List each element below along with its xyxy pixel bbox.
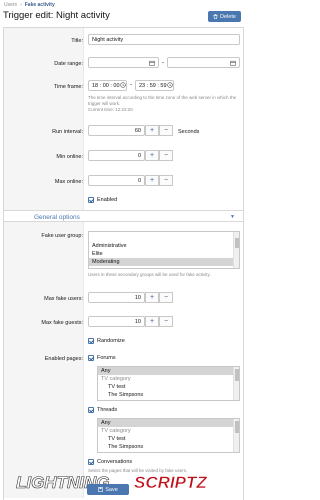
run-interval-increment[interactable]: + [145,125,159,136]
delete-label: Delete [220,13,236,20]
time-range-sep: - [130,82,132,88]
max-users-decrement[interactable]: − [159,292,173,303]
calendar-icon[interactable] [149,60,155,66]
enabled-pages-label: Enabled pages: [44,356,83,362]
page-title: Trigger edit: Night activity [3,10,110,21]
max-users-input[interactable]: 10 [88,292,145,303]
min-online-input[interactable]: 0 [88,150,145,161]
checkbox-box[interactable] [88,197,94,203]
group-option-selected[interactable]: Moderating [89,258,239,266]
title-label: Title: [71,38,83,44]
max-guests-increment[interactable]: + [145,316,159,327]
general-options-header[interactable]: General options ▼ [4,210,243,222]
title-input[interactable]: Night activity [88,34,240,45]
thread-option-selected[interactable]: Any [98,419,239,427]
time-frame-label: Time frame: [53,84,83,90]
forums-select[interactable]: Any TV category TV test The Simpsons [97,366,240,401]
forum-option-selected[interactable]: Any [98,367,239,375]
max-online-increment[interactable]: + [145,175,159,186]
fake-group-label: Fake user group: [41,233,83,239]
threads-select[interactable]: Any TV category TV test The Simpsons [97,418,240,453]
threads-checkbox[interactable]: Threads [88,407,117,413]
max-users-label: Max fake users: [44,296,83,302]
scrollbar[interactable] [233,419,239,452]
fake-group-hint: Users in these secondary groups will be … [88,272,211,277]
date-to-input[interactable] [167,57,240,68]
pages-hint: Select the pages that will be visited by… [88,468,188,473]
breadcrumb: Users › Fake activity [4,2,55,8]
thread-option[interactable]: TV category [98,427,239,435]
current-time: Current time: 12:23:20 [88,107,133,112]
checkbox-box[interactable] [88,407,94,413]
randomize-checkbox[interactable]: Randomize [88,338,125,344]
randomize-label: Randomize [97,338,125,344]
breadcrumb-fake-activity[interactable]: Fake activity [25,2,55,8]
trash-icon [213,14,218,19]
conversations-checkbox[interactable]: Conversations [88,459,132,465]
breadcrumb-users[interactable]: Users [4,2,17,8]
run-interval-unit: Seconds [178,129,200,135]
forum-option[interactable]: The Simpsons [98,391,239,399]
group-option[interactable]: Administrative [89,242,239,250]
checkbox-box[interactable] [88,355,94,361]
calendar-icon[interactable] [230,60,236,66]
forum-option[interactable]: TV category [98,375,239,383]
fake-group-select[interactable]: Administrative Elite Moderating [88,231,240,269]
date-from-input[interactable] [88,57,159,68]
run-interval-decrement[interactable]: − [159,125,173,136]
min-online-label: Min online: [56,154,83,160]
save-button[interactable]: Save [87,484,129,495]
run-interval-input[interactable]: 60 [88,125,145,136]
checkbox-box[interactable] [88,459,94,465]
forums-label: Forums [97,355,116,361]
max-online-label: Max online: [54,179,83,185]
date-range-label: Date range: [54,61,83,67]
conversations-label: Conversations [97,459,133,465]
general-options-title: General options [34,214,80,221]
max-guests-input[interactable]: 10 [88,316,145,327]
label-column [4,28,84,498]
enabled-label: Enabled [97,197,118,203]
run-interval-label: Run interval: [52,129,83,135]
clock-icon [120,82,126,88]
date-range-sep: - [162,60,164,66]
save-icon [98,487,104,492]
group-option[interactable]: Elite [89,250,239,258]
max-guests-label: Max fake guests: [41,320,83,326]
thread-option[interactable]: TV test [98,435,239,443]
min-online-increment[interactable]: + [145,150,159,161]
enabled-checkbox[interactable]: Enabled [88,197,117,203]
thread-option[interactable]: The Simpsons [98,443,239,451]
max-online-decrement[interactable]: − [159,175,173,186]
threads-label: Threads [97,407,118,413]
delete-button[interactable]: Delete [208,11,241,22]
clock-icon [167,82,173,88]
min-online-decrement[interactable]: − [159,150,173,161]
save-label: Save [105,486,118,493]
scrollbar[interactable] [233,232,239,268]
forum-option[interactable]: TV test [98,383,239,391]
time-frame-hint: The time interval according to the time … [88,95,237,106]
checkbox-box[interactable] [88,338,94,344]
max-users-increment[interactable]: + [145,292,159,303]
max-online-input[interactable]: 0 [88,175,145,186]
chevron-down-icon: ▼ [230,214,235,220]
scrollbar[interactable] [233,367,239,400]
max-guests-decrement[interactable]: − [159,316,173,327]
forums-checkbox[interactable]: Forums [88,355,116,361]
trigger-form: Title: Night activity Date range: - Time… [3,27,244,500]
